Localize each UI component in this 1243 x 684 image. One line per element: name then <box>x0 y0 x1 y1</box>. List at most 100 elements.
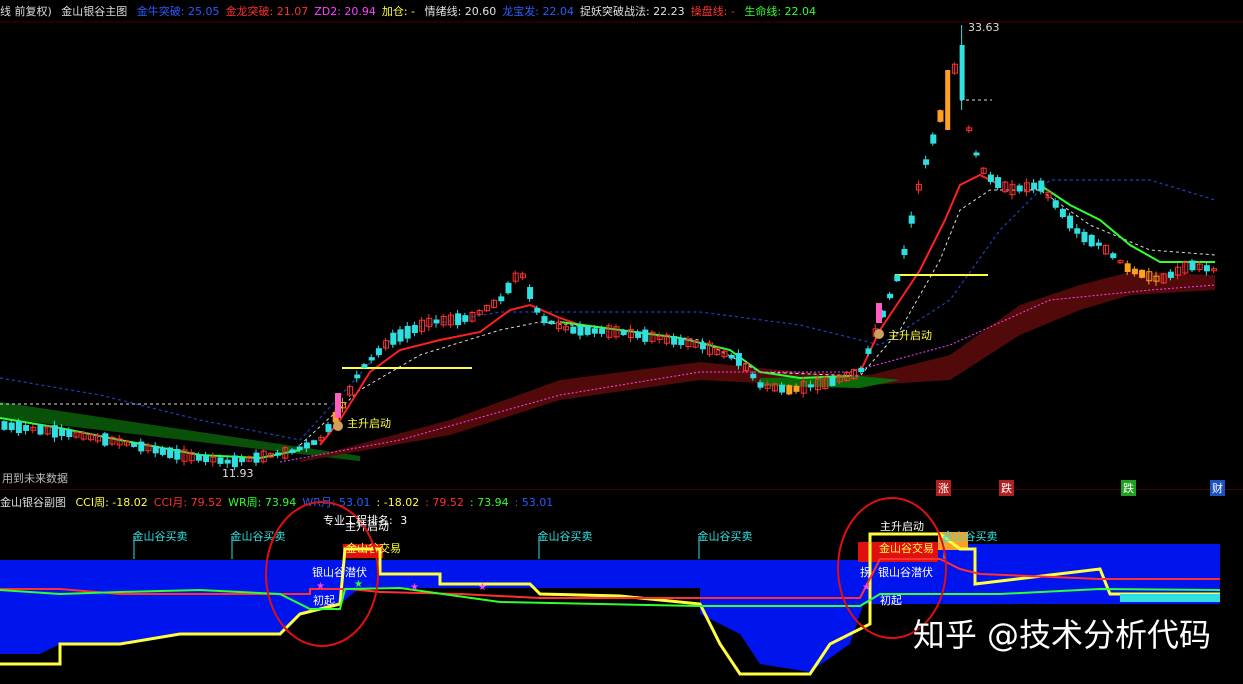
candle <box>303 442 310 449</box>
life-line-1 <box>0 417 301 460</box>
candle <box>1167 271 1174 278</box>
star-marker-0: ★ <box>316 581 325 592</box>
rise-marker-1 <box>333 421 343 431</box>
candle <box>987 174 994 182</box>
future-data-note: 用到未来数据 <box>2 472 68 485</box>
candle <box>1139 269 1146 278</box>
ma-white-dashed <box>299 189 1216 446</box>
candle <box>945 70 951 130</box>
rank-value: 3 <box>400 514 408 527</box>
candle <box>23 425 30 431</box>
candle <box>829 376 836 386</box>
life-line-3 <box>1039 184 1215 263</box>
candle <box>671 336 678 345</box>
candle <box>1052 200 1059 208</box>
candle <box>541 316 548 324</box>
candle <box>390 332 397 345</box>
rank-label: 专业工程排名: 3 <box>323 512 407 528</box>
main-candlestick-chart <box>0 21 1243 490</box>
annotation-main-rise-2: 主升启动 <box>888 329 932 342</box>
candle <box>498 296 505 302</box>
star-marker-1: ★ <box>354 579 363 590</box>
candle <box>354 374 361 379</box>
candle <box>908 215 915 224</box>
candle <box>296 446 303 451</box>
candle <box>361 364 368 368</box>
candle <box>1203 265 1210 272</box>
candle <box>548 320 555 325</box>
candle <box>995 177 1002 188</box>
candle <box>620 329 627 336</box>
rise-marker-2 <box>874 329 884 339</box>
candle <box>1038 180 1045 192</box>
candle <box>411 325 418 334</box>
candle <box>224 459 231 464</box>
candle <box>102 433 109 446</box>
candle <box>462 315 469 322</box>
pink-candle-1 <box>335 393 341 418</box>
candle <box>1067 215 1074 229</box>
candle <box>37 424 44 435</box>
high-price-label: 33.63 <box>968 21 1000 34</box>
candle <box>678 338 685 346</box>
candle <box>239 457 246 463</box>
sub-annotation-3: 初起 <box>313 593 335 607</box>
candle <box>793 385 800 392</box>
candle <box>584 326 591 335</box>
sub-annotation-5: 金山谷交易 <box>879 541 934 555</box>
buy-label-2: 金山谷买卖 <box>538 529 593 543</box>
candle <box>375 348 382 355</box>
candle <box>591 328 598 334</box>
candle <box>433 319 440 324</box>
watermark: 知乎 @技术分析代码 <box>912 616 1211 654</box>
candle <box>159 447 166 455</box>
candle <box>858 367 865 373</box>
sub-annotation-7: 初起 <box>880 593 902 607</box>
candle <box>786 385 793 395</box>
candle <box>728 354 735 359</box>
candle <box>15 421 22 434</box>
candle <box>195 454 202 461</box>
low-price-label: 11.93 <box>222 467 254 480</box>
blue-area-mid <box>360 588 870 672</box>
candle <box>1131 268 1138 275</box>
pink-candle-2 <box>876 303 882 323</box>
candle <box>138 441 145 452</box>
candle <box>325 424 332 432</box>
candle <box>534 308 541 313</box>
candle <box>289 449 296 453</box>
candle <box>253 452 260 463</box>
candle <box>894 274 901 282</box>
sub-annotation-4: 主升启动 <box>880 520 924 533</box>
candle <box>937 110 944 122</box>
sub-annotation-2: 银山谷潜伏 <box>312 565 367 579</box>
candle <box>167 447 174 458</box>
candle <box>174 448 181 460</box>
sub-annotation-8: 拐 <box>860 565 871 579</box>
candle <box>1110 253 1117 259</box>
candle <box>599 328 606 334</box>
candle <box>959 45 965 100</box>
candle <box>635 331 642 338</box>
buy-label-0: 金山谷买卖 <box>133 529 188 543</box>
candle <box>1095 242 1102 246</box>
candle <box>1088 234 1095 247</box>
candle <box>404 325 411 339</box>
candle <box>901 248 908 256</box>
candle <box>152 445 159 454</box>
candle <box>527 287 534 300</box>
candle <box>1189 260 1196 271</box>
candle <box>807 384 814 388</box>
candle <box>570 326 577 334</box>
chart-stage: 线 前复权) 金山银谷主图 金牛突破: 25.05 金龙突破: 21.07 ZD2:… <box>0 0 1243 684</box>
candle <box>1081 231 1088 243</box>
candle <box>930 134 937 144</box>
star-marker-3: ★ <box>478 582 487 593</box>
candle <box>368 357 375 361</box>
candle <box>231 455 238 468</box>
sub-annotation-6: 银山谷潜伏 <box>878 565 933 579</box>
candle <box>577 325 584 336</box>
candle <box>887 293 894 299</box>
candle <box>203 455 210 463</box>
buy-label-4: 金山谷买卖 <box>943 529 998 543</box>
